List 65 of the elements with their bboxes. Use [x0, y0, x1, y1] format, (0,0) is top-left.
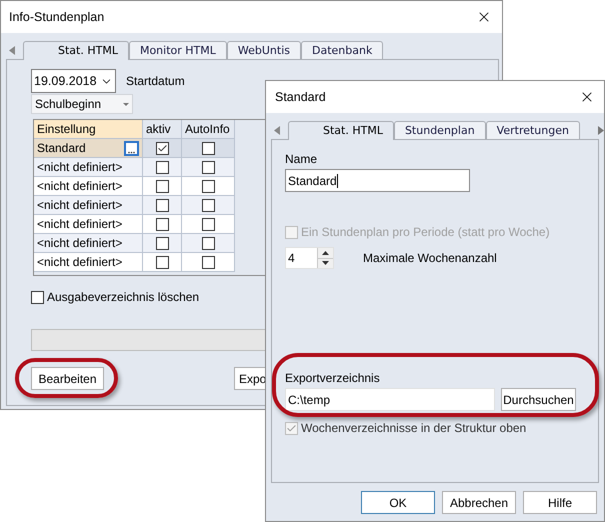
tab[interactable]: WebUntis: [226, 41, 301, 59]
checkbox[interactable]: [31, 290, 44, 304]
scroll-left-icon[interactable]: [274, 126, 280, 134]
checkbox[interactable]: [202, 256, 214, 268]
table-cell[interactable]: <nicht definiert>: [34, 158, 143, 177]
dialog-button[interactable]: OK: [361, 491, 435, 514]
export-path-field[interactable]: C:\temp: [285, 388, 495, 411]
tab[interactable]: Stundenplan: [394, 121, 486, 139]
setting-name: <nicht definiert>: [37, 197, 122, 214]
number-spinner[interactable]: 4: [285, 247, 334, 269]
checkbox[interactable]: [156, 180, 168, 192]
setting-name: Standard: [37, 140, 86, 157]
checkbox[interactable]: [202, 142, 214, 154]
checkbox[interactable]: [156, 160, 168, 174]
table-cell[interactable]: <nicht definiert>: [34, 234, 143, 253]
checkbox-label: Wochenverzeichnisse in der Struktur oben: [301, 420, 526, 437]
setting-name: <nicht definiert>: [37, 216, 122, 233]
ellipsis-icon[interactable]: [124, 140, 139, 156]
window-title: Info-Stundenplan: [9, 8, 104, 26]
dialog-button[interactable]: Abbrechen: [442, 491, 516, 514]
browse-button[interactable]: Durchsuchen: [501, 388, 576, 411]
checkbox[interactable]: [156, 198, 168, 212]
name-field[interactable]: Standard: [285, 169, 470, 192]
spin-up-icon[interactable]: [322, 250, 329, 255]
table-cell[interactable]: <nicht definiert>: [34, 215, 143, 234]
scroll-right-icon[interactable]: [598, 126, 604, 134]
dialog-title: Standard: [275, 88, 326, 106]
setting-name: <nicht definiert>: [37, 159, 122, 176]
field-label: Startdatum: [126, 73, 185, 90]
tab[interactable]: Vertretungen: [486, 121, 580, 139]
dialog-button[interactable]: Hilfe: [523, 491, 597, 514]
checkbox-label: Ein Stundenplan pro Periode (statt pro Woche): [301, 224, 550, 241]
column-header[interactable]: Einstellung: [34, 120, 143, 139]
table-cell[interactable]: <nicht definiert>: [34, 253, 143, 272]
setting-name: <nicht definiert>: [37, 178, 122, 195]
checkbox[interactable]: [202, 198, 214, 212]
edit-button[interactable]: Bearbeiten: [31, 367, 104, 390]
setting-name: <nicht definiert>: [37, 254, 122, 271]
check-icon: [286, 422, 297, 434]
checkbox[interactable]: [156, 256, 168, 268]
table-cell[interactable]: <nicht definiert>: [34, 196, 143, 215]
checkbox[interactable]: [156, 218, 168, 230]
table-cell[interactable]: <nicht definiert>: [34, 177, 143, 196]
tab[interactable]: Monitor HTML: [128, 41, 227, 59]
setting-name: <nicht definiert>: [37, 235, 122, 252]
checkbox[interactable]: [156, 236, 168, 250]
field-label: Name: [285, 151, 318, 168]
checkbox-label: Ausgabeverzeichnis löschen: [47, 289, 200, 306]
tab[interactable]: Stat. HTML: [23, 41, 129, 60]
dropdown[interactable]: Schulbeginn: [31, 94, 133, 114]
field-label: Maximale Wochenanzahl: [363, 250, 497, 267]
tab[interactable]: Stat. HTML: [288, 121, 394, 140]
spin-down-icon[interactable]: [322, 261, 329, 266]
field-label: Exportverzeichnis: [285, 370, 381, 387]
tab[interactable]: Datenbank: [300, 41, 384, 59]
caret-icon: [123, 102, 129, 106]
checkbox[interactable]: [156, 142, 168, 154]
check-icon: [156, 142, 168, 154]
checkbox[interactable]: [202, 236, 214, 250]
checkbox[interactable]: [202, 218, 214, 230]
checkbox[interactable]: [202, 160, 214, 174]
checkbox[interactable]: [202, 180, 214, 192]
scroll-left-icon[interactable]: [9, 46, 15, 54]
table-cell[interactable]: Standard: [34, 139, 143, 158]
date-picker[interactable]: 19.09.2018: [31, 69, 116, 93]
